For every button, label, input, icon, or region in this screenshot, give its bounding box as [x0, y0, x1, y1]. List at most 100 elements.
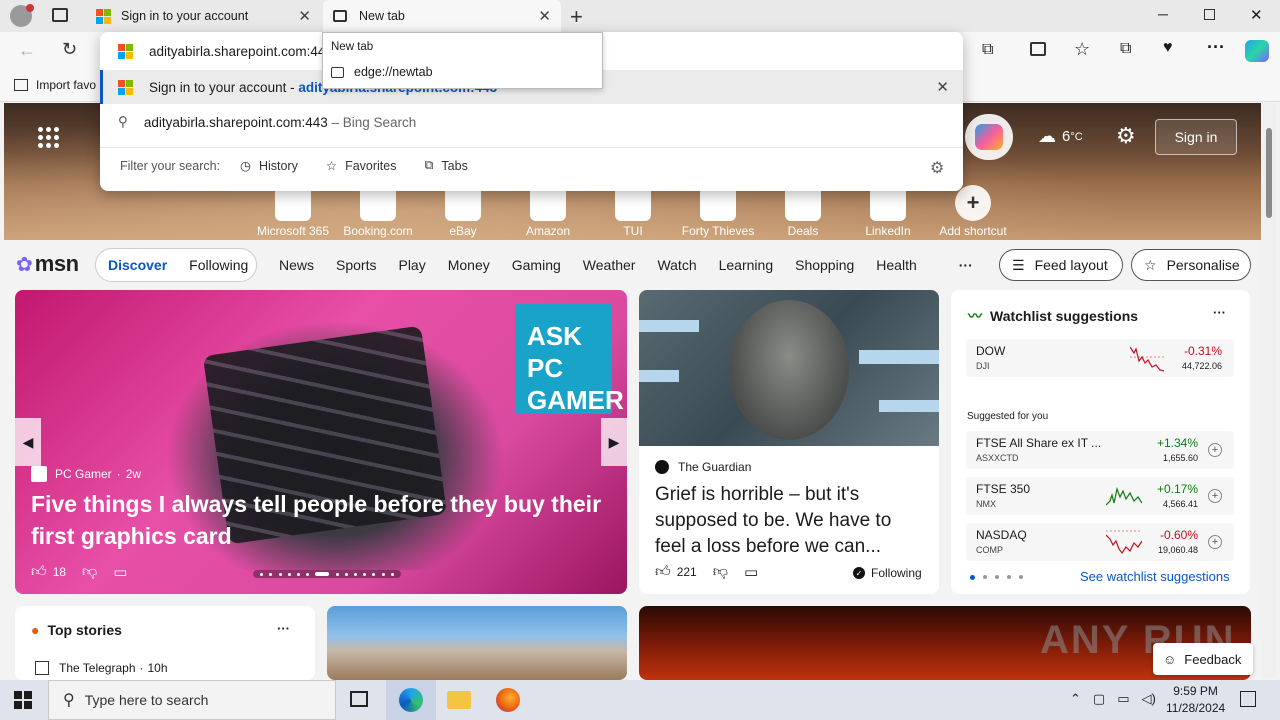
comment-icon[interactable]: ▭ — [113, 563, 127, 581]
notification-icon[interactable] — [1240, 691, 1256, 707]
feedback-button[interactable]: ☺ Feedback — [1153, 643, 1253, 675]
nav-health[interactable]: Health — [876, 257, 916, 273]
filter-history[interactable]: ◷ History — [240, 158, 298, 174]
nav-gaming[interactable]: Gaming — [512, 257, 561, 273]
scrollbar-thumb[interactable] — [1266, 128, 1272, 218]
close-tab-icon[interactable]: ✕ — [538, 7, 551, 25]
shortcut-add-shortcut[interactable]: + Add shortcut — [933, 185, 1013, 238]
weather-widget[interactable]: ☁ 6 °C — [1038, 126, 1083, 147]
minimize-icon[interactable]: ─ — [1158, 6, 1168, 22]
shortcut-linkedin[interactable]: LinkedIn — [848, 185, 928, 238]
shortcut-forty-thieves[interactable]: Forty Thieves — [678, 185, 758, 238]
nav-shopping[interactable]: Shopping — [795, 257, 854, 273]
shortcut-ebay[interactable]: eBay — [423, 185, 503, 238]
settings-more-icon[interactable]: ··· — [1207, 37, 1225, 58]
feed-layout-button[interactable]: ☰ Feed layout — [999, 249, 1123, 281]
guardian-card[interactable]: The Guardian Grief is horrible – but it'… — [639, 290, 939, 594]
microsoft-logo-icon — [118, 79, 133, 95]
top-stories-more-icon[interactable]: ··· — [277, 621, 290, 636]
tab-actions-icon[interactable] — [52, 8, 68, 22]
tabs-icon: ⧉ — [424, 158, 434, 172]
hero-sign-in-button[interactable]: Sign in — [1155, 119, 1237, 155]
remove-suggestion-icon[interactable]: ✕ — [936, 78, 949, 96]
favorites-star-icon[interactable]: ☆ — [1074, 39, 1090, 60]
clock[interactable]: 9:59 PM 11/28/2024 — [1166, 683, 1225, 717]
new-tab-plus-icon[interactable]: + — [570, 4, 583, 30]
watchlist-row-ftse-all-share[interactable]: FTSE All Share ex IT ... ASXXCTD +1.34% … — [966, 431, 1234, 469]
split-screen-icon[interactable] — [1030, 42, 1046, 56]
profile-icon[interactable] — [10, 4, 34, 27]
address-input[interactable]: adityabirla.sharepoint.com:443 — [149, 44, 333, 59]
close-window-icon[interactable]: ✕ — [1250, 6, 1263, 24]
msn-logo[interactable]: ✿ msn — [16, 251, 79, 277]
nav-watch[interactable]: Watch — [657, 257, 696, 273]
start-button-icon[interactable] — [14, 691, 32, 709]
bluetooth-icon[interactable]: ▢ — [1093, 691, 1105, 707]
extensions-icon[interactable]: ⧉ — [982, 41, 993, 59]
nav-news[interactable]: News — [279, 257, 314, 273]
task-view-icon[interactable] — [350, 691, 368, 707]
following-indicator[interactable]: ✓ Following — [853, 566, 922, 580]
volume-icon[interactable]: ◁) — [1142, 691, 1156, 707]
copilot-hero-icon[interactable] — [965, 114, 1013, 160]
nav-play[interactable]: Play — [398, 257, 425, 273]
suggestion-bing-search[interactable]: ⚲ adityabirla.sharepoint.com:443 – Bing … — [100, 104, 963, 140]
see-watchlist-link[interactable]: See watchlist suggestions — [1080, 569, 1230, 584]
shortcut-deals[interactable]: Deals — [763, 185, 843, 238]
chevron-up-icon[interactable]: ⌃ — [1070, 691, 1081, 707]
microsoft-logo-icon — [118, 43, 133, 59]
nav-more[interactable]: ··· — [959, 257, 973, 273]
refresh-icon[interactable]: ↻ — [62, 39, 77, 60]
tab-discover[interactable]: Discover — [108, 257, 167, 273]
hide-story-icon[interactable]: ▭ — [744, 563, 758, 581]
filter-settings-gear-icon[interactable]: ⚙ — [930, 158, 944, 178]
close-tab-icon[interactable]: ✕ — [298, 7, 311, 25]
watchlist-row-nasdaq[interactable]: NASDAQ COMP -0.60% 19,060.48 + — [966, 523, 1234, 561]
taskbar-search-box[interactable]: ⚲ Type here to search — [48, 680, 336, 720]
nav-sports[interactable]: Sports — [336, 257, 376, 273]
main-story-card[interactable]: ASK PC GAMER ◀ ▶ PC Gamer · 2w Five things… — [15, 290, 627, 594]
like-icon[interactable]: 👍︎ — [31, 563, 47, 581]
nav-money[interactable]: Money — [448, 257, 490, 273]
add-to-watchlist-icon[interactable]: + — [1208, 443, 1222, 457]
network-icon[interactable]: ▭ — [1117, 691, 1129, 707]
filter-favorites[interactable]: ☆ Favorites — [326, 158, 397, 174]
shortcut-booking-com[interactable]: Booking.com — [338, 185, 418, 238]
edge-taskbar-icon[interactable] — [386, 680, 436, 720]
harbor-story-card[interactable] — [327, 606, 627, 680]
firefox-icon[interactable] — [496, 688, 520, 712]
import-favorites-button[interactable]: Import favo — [14, 78, 96, 92]
back-icon[interactable]: ← — [18, 40, 36, 61]
story-headline[interactable]: Five things I always tell people before … — [31, 488, 621, 552]
guardian-headline[interactable]: Grief is horrible – but it's supposed to… — [655, 482, 927, 560]
like-icon[interactable]: 👍︎ — [655, 563, 671, 581]
watchlist-row-dow[interactable]: DOW DJI -0.31% 44,722.06 — [966, 339, 1234, 377]
nav-learning[interactable]: Learning — [719, 257, 774, 273]
add-to-watchlist-icon[interactable]: + — [1208, 489, 1222, 503]
collections-icon[interactable]: ⧉ — [1120, 40, 1131, 58]
tab-following[interactable]: Following — [189, 257, 248, 273]
tab-sign-in[interactable]: Sign in to your account ✕ — [86, 0, 321, 32]
watchlist-header: 〰 Watchlist suggestions — [968, 308, 1139, 324]
copilot-icon[interactable] — [1245, 40, 1269, 62]
watchlist-row-ftse-350[interactable]: FTSE 350 NMX +0.17% 4,566.41 + — [966, 477, 1234, 515]
nav-weather[interactable]: Weather — [583, 257, 636, 273]
browser-essentials-icon[interactable]: ♥ — [1163, 39, 1173, 57]
dislike-icon[interactable]: 👎︎ — [713, 563, 728, 581]
personalise-button[interactable]: ☆ Personalise — [1131, 249, 1251, 281]
tab-new-tab[interactable]: New tab ✕ — [323, 0, 561, 32]
page-scrollbar[interactable] — [1262, 103, 1276, 678]
dislike-icon[interactable]: 👎︎ — [82, 563, 97, 581]
carousel-next-button[interactable]: ▶ — [601, 418, 627, 466]
watchlist-more-icon[interactable]: ··· — [1213, 305, 1226, 320]
shortcut-amazon[interactable]: Amazon — [508, 185, 588, 238]
restore-icon[interactable] — [1204, 9, 1215, 20]
add-to-watchlist-icon[interactable]: + — [1208, 535, 1222, 549]
file-explorer-icon[interactable] — [447, 691, 471, 709]
apps-grid-icon[interactable] — [38, 127, 59, 148]
carousel-prev-button[interactable]: ◀ — [15, 418, 41, 466]
shortcut-tui[interactable]: TUI — [593, 185, 673, 238]
filter-tabs[interactable]: ⧉ Tabs — [424, 158, 467, 173]
shortcut-microsoft-365[interactable]: Microsoft 365 — [253, 185, 333, 238]
page-settings-gear-icon[interactable]: ⚙ — [1116, 123, 1136, 149]
